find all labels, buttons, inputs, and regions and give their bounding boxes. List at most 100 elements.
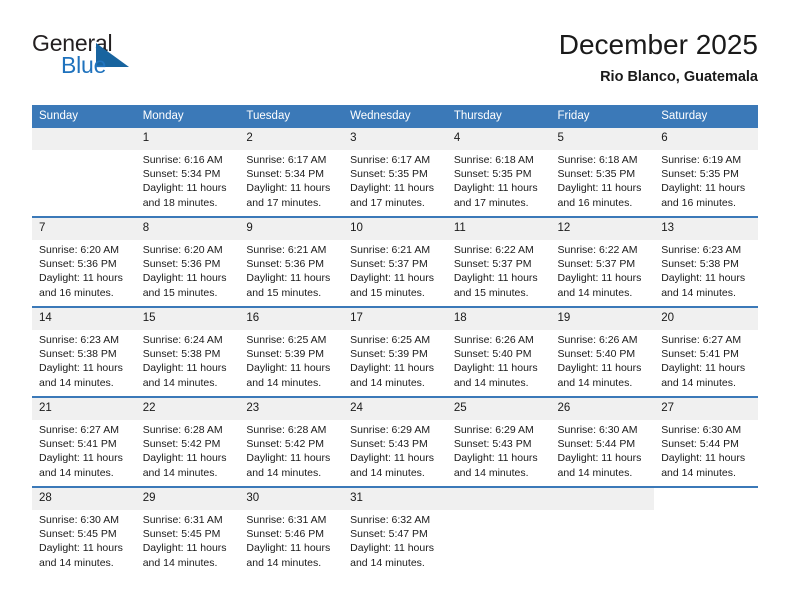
sunrise-text: Sunrise: 6:18 AM: [557, 154, 638, 166]
calendar-day-cell[interactable]: 29 Sunrise: 6:31 AM Sunset: 5:45 PM Dayl…: [135, 486, 240, 576]
sunrise-text: Sunrise: 6:27 AM: [39, 424, 119, 436]
daylight-text-line2: and 14 minutes.: [661, 286, 736, 299]
day-number: 1: [135, 128, 240, 150]
weekday-header-thursday: Thursday: [446, 105, 551, 128]
day-detail: Sunrise: 6:30 AM Sunset: 5:44 PM Dayligh…: [551, 420, 655, 480]
day-number: 16: [239, 308, 344, 330]
calendar-day-cell[interactable]: 3 Sunrise: 6:17 AM Sunset: 5:35 PM Dayli…: [343, 128, 447, 217]
daylight-text-line1: Daylight: 11 hours: [453, 362, 538, 375]
weekday-header-monday: Monday: [135, 105, 240, 128]
calendar-day-cell: [32, 128, 136, 217]
day-number: 15: [135, 308, 240, 330]
daylight-text-line2: and 16 minutes.: [39, 286, 114, 299]
sunset-text: Sunset: 5:45 PM: [39, 528, 117, 541]
daylight-text-line1: Daylight: 11 hours: [557, 452, 642, 465]
general-blue-logo[interactable]: General Blue: [32, 30, 232, 92]
day-detail: Sunrise: 6:30 AM Sunset: 5:45 PM Dayligh…: [32, 510, 136, 570]
sunrise-text: Sunrise: 6:24 AM: [142, 334, 223, 346]
calendar-day-cell[interactable]: 11 Sunrise: 6:22 AM Sunset: 5:37 PM Dayl…: [446, 216, 551, 307]
daylight-text-line1: Daylight: 11 hours: [453, 182, 538, 195]
calendar-day-cell[interactable]: 19 Sunrise: 6:26 AM Sunset: 5:40 PM Dayl…: [550, 306, 655, 397]
calendar-day-cell: [446, 486, 551, 576]
calendar-day-cell[interactable]: 12 Sunrise: 6:22 AM Sunset: 5:37 PM Dayl…: [550, 216, 655, 307]
daylight-text-line2: and 14 minutes.: [39, 556, 114, 569]
calendar-day-cell[interactable]: 21 Sunrise: 6:27 AM Sunset: 5:41 PM Dayl…: [32, 396, 136, 487]
calendar-day-cell[interactable]: 20 Sunrise: 6:27 AM Sunset: 5:41 PM Dayl…: [654, 306, 758, 397]
calendar-day-cell[interactable]: 28 Sunrise: 6:30 AM Sunset: 5:45 PM Dayl…: [32, 486, 136, 576]
daylight-text-line2: and 17 minutes.: [246, 196, 322, 209]
calendar-day-cell[interactable]: 7 Sunrise: 6:20 AM Sunset: 5:36 PM Dayli…: [32, 216, 136, 307]
daylight-text-line1: Daylight: 11 hours: [453, 452, 538, 465]
calendar-day-cell[interactable]: 27 Sunrise: 6:30 AM Sunset: 5:44 PM Dayl…: [654, 396, 758, 487]
daylight-text-line2: and 15 minutes.: [246, 286, 322, 299]
daylight-text-line2: and 14 minutes.: [39, 466, 114, 479]
daylight-text-line2: and 14 minutes.: [39, 376, 114, 389]
calendar-day-cell[interactable]: 2 Sunrise: 6:17 AM Sunset: 5:34 PM Dayli…: [239, 128, 344, 217]
calendar-day-cell[interactable]: 24 Sunrise: 6:29 AM Sunset: 5:43 PM Dayl…: [343, 396, 447, 487]
day-number: 4: [446, 128, 551, 150]
sunset-text: Sunset: 5:40 PM: [453, 348, 532, 361]
calendar-day-cell[interactable]: 16 Sunrise: 6:25 AM Sunset: 5:39 PM Dayl…: [239, 306, 344, 397]
sunset-text: Sunset: 5:42 PM: [246, 438, 325, 451]
calendar-day-cell[interactable]: 1 Sunrise: 6:16 AM Sunset: 5:34 PM Dayli…: [135, 128, 240, 217]
calendar-day-cell[interactable]: 23 Sunrise: 6:28 AM Sunset: 5:42 PM Dayl…: [239, 396, 344, 487]
sunset-text: Sunset: 5:34 PM: [246, 168, 325, 181]
day-number: 28: [32, 488, 136, 510]
calendar-day-cell[interactable]: 5 Sunrise: 6:18 AM Sunset: 5:35 PM Dayli…: [550, 128, 655, 217]
calendar-day-cell[interactable]: 8 Sunrise: 6:20 AM Sunset: 5:36 PM Dayli…: [135, 216, 240, 307]
sunset-text: Sunset: 5:38 PM: [142, 348, 221, 361]
sunset-text: Sunset: 5:36 PM: [246, 258, 325, 271]
daylight-text-line2: and 16 minutes.: [557, 196, 633, 209]
sunrise-text: Sunrise: 6:28 AM: [246, 424, 327, 436]
sunrise-text: Sunrise: 6:27 AM: [661, 334, 742, 346]
calendar-day-cell[interactable]: 6 Sunrise: 6:19 AM Sunset: 5:35 PM Dayli…: [654, 128, 758, 217]
calendar-day-cell[interactable]: 25 Sunrise: 6:29 AM Sunset: 5:43 PM Dayl…: [446, 396, 551, 487]
sunrise-text: Sunrise: 6:18 AM: [453, 154, 534, 166]
sunrise-text: Sunrise: 6:25 AM: [350, 334, 431, 346]
calendar-day-cell[interactable]: 4 Sunrise: 6:18 AM Sunset: 5:35 PM Dayli…: [446, 128, 551, 217]
sunset-text: Sunset: 5:47 PM: [350, 528, 428, 541]
day-number: 23: [239, 398, 344, 420]
calendar-header-row: Sunday Monday Tuesday Wednesday Thursday…: [32, 105, 758, 128]
day-number: 11: [446, 218, 551, 240]
calendar-day-cell[interactable]: 22 Sunrise: 6:28 AM Sunset: 5:42 PM Dayl…: [135, 396, 240, 487]
sunset-text: Sunset: 5:38 PM: [661, 258, 739, 271]
calendar-day-cell[interactable]: 18 Sunrise: 6:26 AM Sunset: 5:40 PM Dayl…: [446, 306, 551, 397]
daylight-text-line2: and 14 minutes.: [350, 466, 425, 479]
calendar-day-cell[interactable]: 31 Sunrise: 6:32 AM Sunset: 5:47 PM Dayl…: [343, 486, 447, 576]
daylight-text-line2: and 14 minutes.: [661, 376, 736, 389]
day-number: 29: [135, 488, 240, 510]
calendar-day-cell[interactable]: 9 Sunrise: 6:21 AM Sunset: 5:36 PM Dayli…: [239, 216, 344, 307]
daylight-text-line2: and 14 minutes.: [246, 556, 322, 569]
sunrise-text: Sunrise: 6:25 AM: [246, 334, 327, 346]
sunrise-text: Sunrise: 6:22 AM: [453, 244, 534, 256]
day-detail: Sunrise: 6:28 AM Sunset: 5:42 PM Dayligh…: [239, 420, 343, 480]
sunset-text: Sunset: 5:41 PM: [39, 438, 117, 451]
sunrise-text: Sunrise: 6:22 AM: [557, 244, 638, 256]
day-number: [446, 488, 551, 510]
calendar-day-cell[interactable]: 10 Sunrise: 6:21 AM Sunset: 5:37 PM Dayl…: [343, 216, 447, 307]
weekday-header-friday: Friday: [550, 105, 655, 128]
calendar-day-cell[interactable]: 17 Sunrise: 6:25 AM Sunset: 5:39 PM Dayl…: [343, 306, 447, 397]
daylight-text-line2: and 14 minutes.: [350, 376, 425, 389]
sunset-text: Sunset: 5:37 PM: [453, 258, 532, 271]
day-detail: Sunrise: 6:22 AM Sunset: 5:37 PM Dayligh…: [447, 240, 551, 300]
daylight-text-line1: Daylight: 11 hours: [39, 362, 123, 375]
calendar-day-cell[interactable]: 13 Sunrise: 6:23 AM Sunset: 5:38 PM Dayl…: [654, 216, 758, 307]
sunrise-text: Sunrise: 6:19 AM: [661, 154, 742, 166]
calendar-day-cell[interactable]: 30 Sunrise: 6:31 AM Sunset: 5:46 PM Dayl…: [239, 486, 344, 576]
daylight-text-line1: Daylight: 11 hours: [661, 272, 746, 285]
calendar-day-cell[interactable]: 14 Sunrise: 6:23 AM Sunset: 5:38 PM Dayl…: [32, 306, 136, 397]
day-detail: Sunrise: 6:30 AM Sunset: 5:44 PM Dayligh…: [654, 420, 758, 480]
daylight-text-line2: and 15 minutes.: [350, 286, 425, 299]
calendar-day-cell[interactable]: 15 Sunrise: 6:24 AM Sunset: 5:38 PM Dayl…: [135, 306, 240, 397]
daylight-text-line2: and 14 minutes.: [142, 556, 218, 569]
sunrise-text: Sunrise: 6:28 AM: [142, 424, 223, 436]
daylight-text-line1: Daylight: 11 hours: [557, 362, 642, 375]
sunset-text: Sunset: 5:43 PM: [453, 438, 532, 451]
daylight-text-line1: Daylight: 11 hours: [246, 362, 331, 375]
sunset-text: Sunset: 5:35 PM: [453, 168, 532, 181]
sunrise-text: Sunrise: 6:31 AM: [246, 514, 327, 526]
day-number: 24: [343, 398, 447, 420]
calendar-day-cell[interactable]: 26 Sunrise: 6:30 AM Sunset: 5:44 PM Dayl…: [550, 396, 655, 487]
